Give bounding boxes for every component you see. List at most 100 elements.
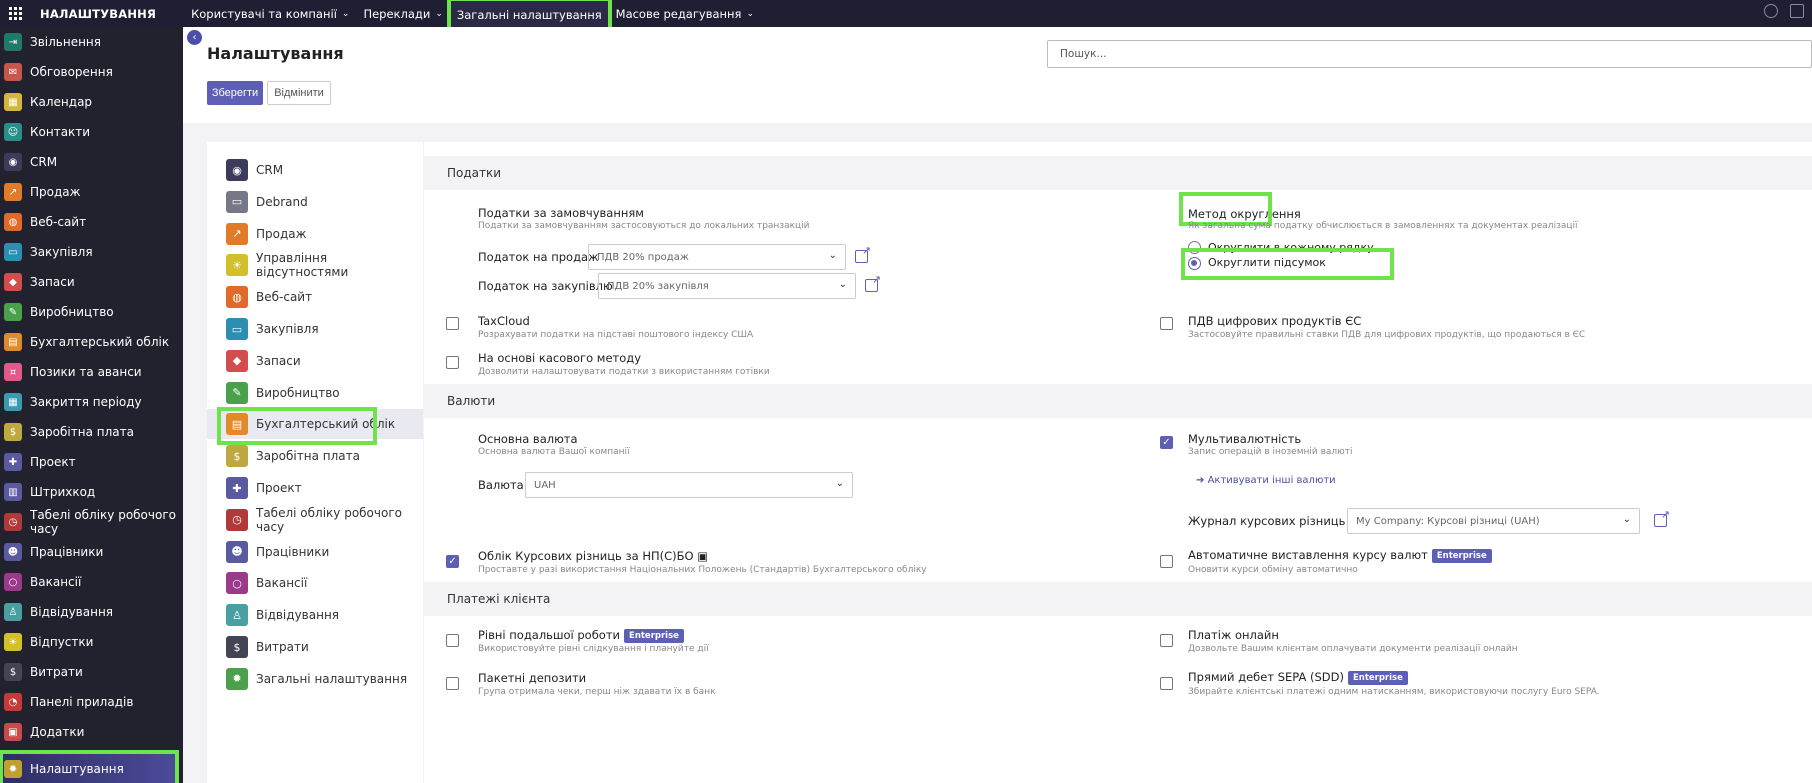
external-link-icon[interactable] [1654, 508, 1670, 527]
sidebar-item[interactable]: ◉ CRM [0, 147, 183, 177]
round-globally-radio[interactable] [1188, 257, 1201, 270]
round-globally-label: Округлити підсумок [1208, 256, 1326, 269]
sidebar-item[interactable]: $ Витрати [0, 657, 183, 687]
settings-app-item[interactable]: $ Заробітна плата [207, 441, 423, 471]
exit-icon: ⇥ [4, 33, 22, 51]
dollar-icon: $ [4, 663, 22, 681]
sepa-checkbox[interactable] [1160, 677, 1173, 690]
sidebar-item[interactable]: ✚ Проект [0, 447, 183, 477]
back-arrow-icon[interactable]: ‹ [187, 30, 202, 45]
save-button[interactable]: Зберегти [207, 81, 263, 105]
sidebar-item-label: Контакти [30, 125, 91, 139]
taxcloud-checkbox[interactable] [446, 317, 459, 330]
sidebar-item[interactable]: ▦ Календар [0, 87, 183, 117]
sidebar-item-label: Бухгалтерський облік [30, 335, 170, 349]
online-payment-checkbox[interactable] [1160, 634, 1173, 647]
settings-app-item[interactable]: ♙ Відвідування [207, 600, 423, 630]
person-icon: ♙ [226, 604, 248, 627]
sidebar-item[interactable]: ☀ Відпустки [0, 627, 183, 657]
chart-icon: ↗ [4, 183, 22, 201]
sidebar-item[interactable]: ✉ Обговорення [0, 57, 183, 87]
menu-general-settings[interactable]: Загальні налаштування [446, 0, 612, 33]
crm-icon: ◉ [226, 159, 248, 181]
exchange-journal-select[interactable]: My Company: Курсові різниці (UAH) ⌄ [1347, 508, 1640, 534]
sidebar-item[interactable]: ¤ Позики та аванси [0, 357, 183, 387]
app-switcher-button[interactable] [0, 0, 30, 27]
sidebar-item[interactable]: ◍ Веб-сайт [0, 207, 183, 237]
sidebar-item[interactable]: ⇥ Звільнення [0, 27, 183, 57]
settings-app-label: Запаси [256, 353, 301, 368]
chevron-down-icon: ⌄ [828, 250, 837, 261]
sidebar-item[interactable]: ♙ Відвідування [0, 597, 183, 627]
person-icon: ♙ [4, 603, 22, 621]
search-icon: ○ [4, 573, 22, 591]
settings-app-item[interactable]: ☻ Працівники [207, 537, 423, 567]
menu-mass-editing[interactable]: Масове редагування ⌄ [609, 0, 761, 27]
currency-value: UAH [534, 479, 556, 491]
sidebar-item[interactable]: ✎ Виробництво [0, 297, 183, 327]
messages-icon[interactable] [1790, 4, 1804, 18]
currency-select[interactable]: UAH ⌄ [525, 472, 853, 498]
search-input[interactable] [1047, 40, 1812, 68]
sales-tax-select[interactable]: ПДВ 20% продаж ⌄ [588, 244, 846, 270]
sidebar-item[interactable]: ☻ Працівники [0, 537, 183, 567]
exchange-journal-label: Журнал курсових різниць [1188, 514, 1346, 528]
auto-rates-title-text: Автоматичне виставлення курсу валют [1188, 548, 1428, 562]
auto-rates-checkbox[interactable] [1160, 555, 1173, 568]
settings-app-item[interactable]: $ Витрати [207, 632, 423, 662]
money-icon: $ [226, 445, 248, 468]
external-link-icon[interactable] [855, 244, 871, 263]
sidebar-item[interactable]: ▥ Штрихкод [0, 477, 183, 507]
contacts-icon: ☺ [4, 123, 22, 141]
sidebar-item[interactable]: ◆ Запаси [0, 267, 183, 297]
menu-translations[interactable]: Переклади ⌄ [356, 0, 449, 27]
ledger-icon: ▤ [4, 333, 22, 351]
batch-deposit-checkbox[interactable] [446, 677, 459, 690]
exchange-diff-checkbox[interactable]: ✓ [446, 555, 459, 568]
settings-app-label: Продаж [256, 226, 307, 241]
sidebar-item[interactable]: ▦ Закриття періоду [0, 387, 183, 417]
sidebar-item[interactable]: ↗ Продаж [0, 177, 183, 207]
settings-app-item[interactable]: ○ Вакансії [207, 568, 423, 598]
purchase-tax-label: Податок на закупівлю [478, 279, 613, 293]
activate-currencies-link[interactable]: ➔ Активувати інші валюти [1196, 475, 1336, 486]
section-customer-payments: Платежі клієнта [424, 582, 1812, 616]
chevron-down-icon: ⌄ [341, 8, 350, 19]
round-per-line-radio[interactable] [1188, 241, 1201, 254]
sidebar-item[interactable]: ▭ Закупівля [0, 237, 183, 267]
sidebar-item[interactable]: $ Заробітна плата [0, 417, 183, 447]
sidebar-item[interactable]: ◷ Табелі обліку робочого часу [0, 507, 183, 537]
sidebar-item-label: Запаси [30, 275, 75, 289]
menu-users-companies[interactable]: Користувачі та компанії ⌄ [184, 0, 356, 27]
sidebar-item[interactable]: ☺ Контакти [0, 117, 183, 147]
sidebar-item[interactable]: ✹ Налаштування [0, 750, 179, 783]
sidebar-item-label: Обговорення [30, 65, 113, 79]
settings-app-item[interactable]: ◍ Веб-сайт [207, 282, 423, 312]
sidebar-item[interactable]: ▣ Додатки [0, 717, 183, 747]
sidebar-item[interactable]: ○ Вакансії [0, 567, 183, 597]
settings-app-item[interactable]: ▤ Бухгалтерський облік [207, 407, 423, 446]
settings-app-item[interactable]: ✚ Проект [207, 473, 423, 503]
settings-app-item[interactable]: ◉ CRM [207, 155, 423, 185]
sidebar-item-label: Веб-сайт [30, 215, 87, 229]
eu-digital-vat-checkbox[interactable] [1160, 317, 1173, 330]
purchase-tax-select[interactable]: ПДВ 20% закупівля ⌄ [598, 273, 856, 299]
external-link-icon[interactable] [865, 273, 881, 292]
multicurrency-desc: Запис операцій в іноземній валюті [1188, 447, 1353, 457]
settings-app-item[interactable]: ▭ Закупівля [207, 314, 423, 344]
settings-app-item[interactable]: ▭ Debrand [207, 187, 423, 217]
multicurrency-checkbox[interactable]: ✓ [1160, 436, 1173, 449]
cancel-button[interactable]: Відмінити [267, 81, 331, 105]
followup-title-text: Рівні подальшої роботи [478, 628, 621, 642]
settings-app-item[interactable]: ✹ Загальні налаштування [207, 664, 423, 694]
cash-basis-checkbox[interactable] [446, 356, 459, 369]
settings-app-item[interactable]: ◷ Табелі обліку робочого часу [207, 505, 423, 535]
settings-app-item[interactable]: ◆ Запаси [207, 346, 423, 376]
sidebar-item[interactable]: ◔ Панелі приладів [0, 687, 183, 717]
settings-app-item[interactable]: ↗ Продаж [207, 219, 423, 249]
settings-app-item[interactable]: ☀ Управління відсутностями [207, 250, 423, 280]
clock-icon[interactable] [1764, 4, 1778, 18]
settings-app-item[interactable]: ✎ Виробництво [207, 378, 423, 408]
followup-checkbox[interactable] [446, 634, 459, 647]
sidebar-item[interactable]: ▤ Бухгалтерський облік [0, 327, 183, 357]
